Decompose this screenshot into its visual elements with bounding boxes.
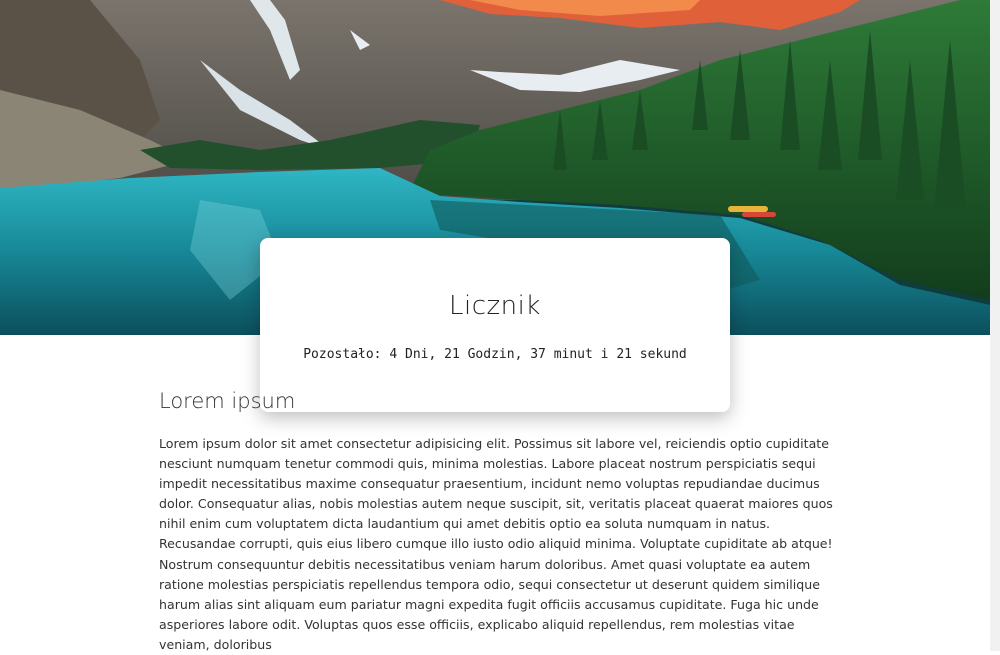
scrollbar[interactable] xyxy=(990,0,1000,651)
countdown-value: 4 Dni, 21 Godzin, 37 minut i 21 sekund xyxy=(389,347,687,362)
article-heading: Lorem ipsum xyxy=(159,389,296,413)
countdown-prefix: Pozostało: xyxy=(303,347,382,362)
card-title: Licznik xyxy=(449,291,541,321)
countdown-text: Pozostało: 4 Dni, 21 Godzin, 37 minut i … xyxy=(260,347,730,362)
article-body: Lorem ipsum dolor sit amet consectetur a… xyxy=(159,436,833,652)
article: Lorem ipsum Lorem ipsum dolor sit amet c… xyxy=(159,384,835,655)
